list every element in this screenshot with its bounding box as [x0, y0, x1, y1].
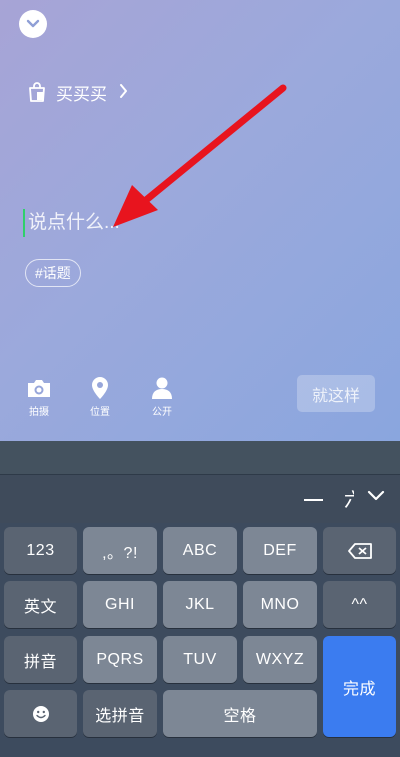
key-tuv[interactable]: TUV — [163, 636, 237, 683]
location-pin-icon — [80, 376, 120, 400]
key-emoji[interactable] — [4, 690, 77, 737]
key-jkl[interactable]: JKL — [163, 581, 237, 628]
key-punctuation[interactable]: ,。?! — [83, 527, 157, 574]
key-abc[interactable]: ABC — [163, 527, 237, 574]
key-wxyz[interactable]: WXYZ — [243, 636, 317, 683]
key-mno[interactable]: MNO — [243, 581, 317, 628]
key-emoticon[interactable]: ^^ — [323, 581, 396, 628]
emoji-icon — [32, 705, 49, 722]
key-space[interactable]: 空格 — [163, 690, 317, 737]
tool-visibility-label: 公开 — [152, 407, 172, 418]
key-ghi[interactable]: GHI — [83, 581, 157, 628]
category-label: 买买买 — [56, 84, 107, 104]
person-icon — [142, 376, 182, 400]
tool-camera-label: 拍摄 — [29, 407, 49, 418]
shopping-bag-icon — [29, 82, 45, 102]
collapse-button[interactable] — [19, 10, 47, 38]
topic-chip[interactable]: #话题 — [25, 259, 81, 287]
backspace-icon — [347, 542, 372, 559]
tool-location[interactable]: 位置 — [80, 376, 120, 418]
text-cursor — [23, 209, 25, 237]
hide-keyboard-button[interactable] — [363, 483, 389, 509]
key-backspace[interactable] — [323, 527, 396, 574]
key-123[interactable]: 123 — [4, 527, 77, 574]
keyboard-top-strip — [0, 441, 400, 475]
key-select-pinyin[interactable]: 选拼音 — [83, 690, 157, 737]
key-english[interactable]: 英文 — [4, 581, 77, 628]
camera-icon — [19, 376, 59, 400]
chevron-right-icon — [119, 82, 128, 103]
submit-button[interactable]: 就这样 — [297, 375, 375, 412]
chevron-down-icon — [367, 490, 385, 501]
category-selector[interactable]: 买买买 — [26, 80, 128, 104]
candidate-bar: 六 — [0, 475, 400, 523]
key-pqrs[interactable]: PQRS — [83, 636, 157, 683]
post-text-input[interactable] — [28, 206, 348, 240]
tool-location-label: 位置 — [90, 407, 110, 418]
key-def[interactable]: DEF — [243, 527, 317, 574]
chevron-down-icon — [26, 19, 40, 28]
compose-panel: 买买买 #话题 拍摄 位置 — [0, 0, 400, 441]
keyboard: 六 123 ,。?! ABC DEF 英文 GHI JKL MNO ^^ 拼音 … — [0, 441, 400, 757]
tool-visibility[interactable]: 公开 — [142, 376, 182, 418]
key-pinyin[interactable]: 拼音 — [4, 636, 77, 683]
candidate-partial[interactable]: 六 — [344, 485, 354, 512]
candidate-dash[interactable] — [304, 499, 323, 501]
tool-camera[interactable]: 拍摄 — [19, 376, 59, 418]
key-done[interactable]: 完成 — [323, 636, 396, 737]
